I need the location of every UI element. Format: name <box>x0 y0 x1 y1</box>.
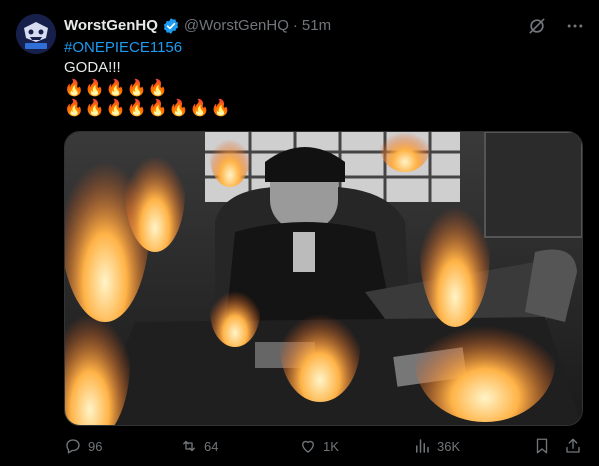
grok-icon[interactable] <box>527 16 547 36</box>
like-icon <box>302 440 314 453</box>
separator-dot: · <box>292 17 298 34</box>
reply-icon <box>66 439 80 454</box>
bookmark-button[interactable] <box>533 437 551 455</box>
views-button[interactable]: 36K <box>413 437 460 455</box>
author-handle[interactable]: @WorstGenHQ <box>184 16 289 36</box>
tweet-emoji-line-1: 🔥🔥🔥🔥🔥 <box>64 80 169 97</box>
retweet-count: 64 <box>204 438 219 454</box>
views-count: 36K <box>437 438 461 454</box>
timestamp[interactable]: 51m <box>302 16 331 36</box>
more-icon[interactable] <box>565 16 585 36</box>
tweet-header: WorstGenHQ @WorstGenHQ · 51m <box>64 16 331 36</box>
author-name[interactable]: WorstGenHQ <box>64 16 158 36</box>
tweet-media-image[interactable] <box>64 131 583 426</box>
bookmark-icon <box>536 438 548 454</box>
avatar[interactable] <box>16 14 56 54</box>
share-button[interactable] <box>564 437 582 455</box>
avatar-logo-icon <box>16 14 56 54</box>
tweet-emoji-line-2: 🔥🔥🔥🔥🔥🔥🔥🔥 <box>64 100 232 117</box>
retweet-button[interactable]: 64 <box>180 437 218 455</box>
verified-badge-icon <box>162 17 180 35</box>
retweet-icon <box>183 440 195 452</box>
reply-button[interactable]: 96 <box>64 437 102 455</box>
reply-count: 96 <box>88 438 103 454</box>
views-icon <box>416 439 429 453</box>
like-button[interactable]: 1K <box>299 437 339 455</box>
fire-room-photo <box>65 132 582 425</box>
hashtag-link[interactable]: #ONEPIECE1156 <box>64 38 182 58</box>
tweet-text: GODA!!! <box>64 59 121 76</box>
share-icon <box>566 438 580 453</box>
like-count: 1K <box>323 438 339 454</box>
tweet-actions-bar: 96 64 1K 36K <box>64 434 580 458</box>
tweet-top-actions <box>527 16 585 36</box>
